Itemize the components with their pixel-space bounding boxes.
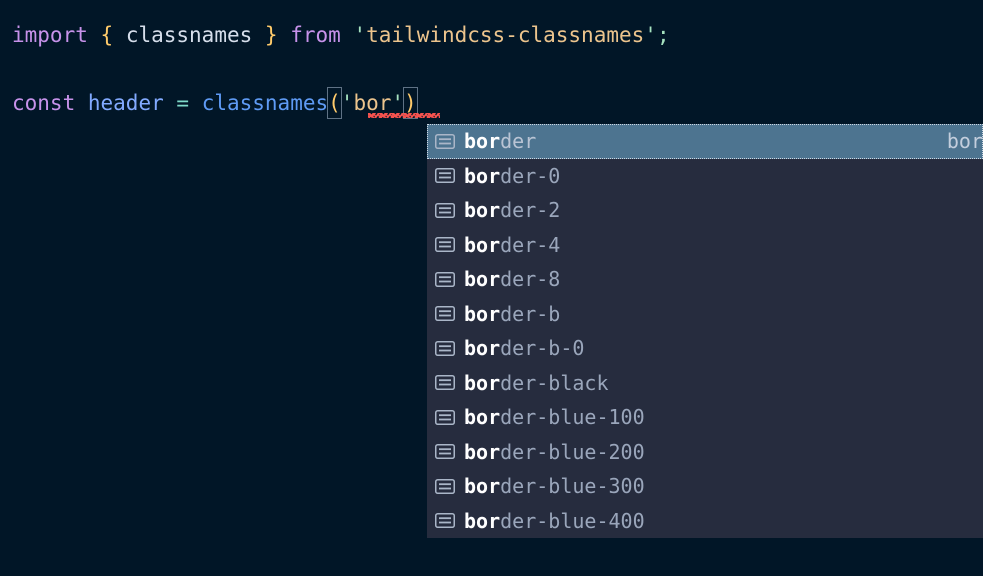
autocomplete-label-rest: der-blue-100 bbox=[500, 405, 645, 430]
token-space-2 bbox=[113, 23, 126, 47]
autocomplete-item-label: border-2 bbox=[464, 199, 560, 221]
autocomplete-item[interactable]: border-blue-300 bbox=[427, 469, 983, 504]
autocomplete-item[interactable]: border-2 bbox=[427, 193, 983, 228]
autocomplete-match-prefix: bor bbox=[464, 232, 501, 257]
text-snippet-icon bbox=[434, 512, 456, 529]
autocomplete-item[interactable]: border-b-0 bbox=[427, 331, 983, 366]
text-snippet-icon bbox=[434, 236, 456, 253]
token-space-1 bbox=[88, 23, 101, 47]
autocomplete-label-rest: der-black bbox=[500, 370, 609, 395]
autocomplete-match-prefix: bor bbox=[464, 163, 501, 188]
token-space-3 bbox=[252, 23, 265, 47]
token-quote-open-1: ' bbox=[353, 23, 367, 47]
text-snippet-icon bbox=[434, 167, 456, 184]
autocomplete-item[interactable]: border-blue-200 bbox=[427, 435, 983, 470]
autocomplete-match-prefix: bor bbox=[464, 129, 501, 154]
autocomplete-label-rest: der-b bbox=[500, 301, 561, 326]
autocomplete-label-rest: der-blue-400 bbox=[500, 508, 645, 533]
token-quote-open-2: ' bbox=[340, 91, 354, 115]
autocomplete-item-detail: bor bbox=[946, 129, 983, 154]
autocomplete-label-rest: der-blue-300 bbox=[500, 474, 645, 499]
token-space-4 bbox=[278, 23, 291, 47]
text-snippet-icon bbox=[434, 133, 456, 150]
autocomplete-item-label: border bbox=[464, 130, 536, 152]
code-line-2: const header = classnames('bor') bbox=[12, 87, 418, 119]
text-snippet-icon bbox=[434, 305, 456, 322]
autocomplete-label-rest: der-8 bbox=[500, 267, 561, 292]
autocomplete-item[interactable]: border-blue-100 bbox=[427, 400, 983, 435]
autocomplete-item-label: border-8 bbox=[464, 268, 560, 290]
token-space-6 bbox=[75, 91, 88, 115]
autocomplete-item-label: border-blue-100 bbox=[464, 406, 645, 428]
autocomplete-item[interactable]: border-8 bbox=[427, 262, 983, 297]
autocomplete-label-rest: der-b-0 bbox=[500, 336, 585, 361]
autocomplete-item[interactable]: border-4 bbox=[427, 228, 983, 263]
autocomplete-label-rest: der-2 bbox=[500, 198, 561, 223]
token-argument-string: bor bbox=[353, 91, 392, 115]
token-module-string: tailwindcss-classnames bbox=[366, 23, 645, 47]
token-semicolon: ; bbox=[656, 23, 670, 47]
token-space-8 bbox=[189, 91, 202, 115]
token-from-keyword: from bbox=[290, 23, 341, 47]
autocomplete-match-prefix: bor bbox=[464, 405, 501, 430]
autocomplete-popup[interactable]: border bor border-0 border-2 border-4 border-… bbox=[427, 124, 983, 538]
autocomplete-item-label: border-b bbox=[464, 303, 560, 325]
text-snippet-icon bbox=[434, 443, 456, 460]
token-brace-close: } bbox=[264, 23, 278, 47]
token-space-5 bbox=[341, 23, 354, 47]
token-import-keyword: import bbox=[12, 23, 88, 47]
bracket-match-open-paren: ( bbox=[327, 87, 342, 119]
autocomplete-item[interactable]: border-blue-400 bbox=[427, 504, 983, 539]
autocomplete-item-label: border-black bbox=[464, 372, 609, 394]
token-classnames-call: classnames bbox=[201, 91, 329, 115]
autocomplete-match-prefix: bor bbox=[464, 267, 501, 292]
autocomplete-item[interactable]: border-0 bbox=[427, 159, 983, 194]
text-snippet-icon bbox=[434, 202, 456, 219]
token-header-variable: header bbox=[87, 91, 164, 115]
autocomplete-item[interactable]: border-black bbox=[427, 366, 983, 401]
error-squiggle-underline bbox=[368, 113, 440, 118]
autocomplete-match-prefix: bor bbox=[464, 198, 501, 223]
token-import-binding: classnames bbox=[125, 23, 253, 47]
autocomplete-item-label: border-blue-200 bbox=[464, 441, 645, 463]
text-snippet-icon bbox=[434, 374, 456, 391]
token-space-7 bbox=[164, 91, 177, 115]
text-snippet-icon bbox=[434, 271, 456, 288]
token-brace-open: { bbox=[100, 23, 114, 47]
autocomplete-item-label: border-4 bbox=[464, 234, 560, 256]
token-const-keyword: const bbox=[12, 91, 76, 115]
autocomplete-label-rest: der-blue-200 bbox=[500, 439, 645, 464]
code-line-1: import { classnames } from 'tailwindcss-… bbox=[12, 20, 670, 50]
autocomplete-match-prefix: bor bbox=[464, 508, 501, 533]
autocomplete-match-prefix: bor bbox=[464, 301, 501, 326]
text-snippet-icon bbox=[434, 409, 456, 426]
autocomplete-match-prefix: bor bbox=[464, 474, 501, 499]
token-quote-close-1: ' bbox=[644, 23, 657, 47]
autocomplete-match-prefix: bor bbox=[464, 370, 501, 395]
autocomplete-label-rest: der bbox=[500, 129, 537, 154]
autocomplete-item-label: border-blue-300 bbox=[464, 475, 645, 497]
autocomplete-item-label: border-blue-400 bbox=[464, 510, 645, 532]
autocomplete-item-label: border-b-0 bbox=[464, 337, 584, 359]
autocomplete-item-label: border-0 bbox=[464, 165, 560, 187]
text-snippet-icon bbox=[434, 478, 456, 495]
autocomplete-label-rest: der-0 bbox=[500, 163, 561, 188]
token-assign-operator: = bbox=[176, 91, 190, 115]
autocomplete-item[interactable]: border-b bbox=[427, 297, 983, 332]
code-editor-window: import { classnames } from 'tailwindcss-… bbox=[0, 0, 983, 576]
autocomplete-label-rest: der-4 bbox=[500, 232, 561, 257]
autocomplete-match-prefix: bor bbox=[464, 336, 501, 361]
text-snippet-icon bbox=[434, 340, 456, 357]
autocomplete-item[interactable]: border bor bbox=[427, 124, 983, 159]
autocomplete-match-prefix: bor bbox=[464, 439, 501, 464]
